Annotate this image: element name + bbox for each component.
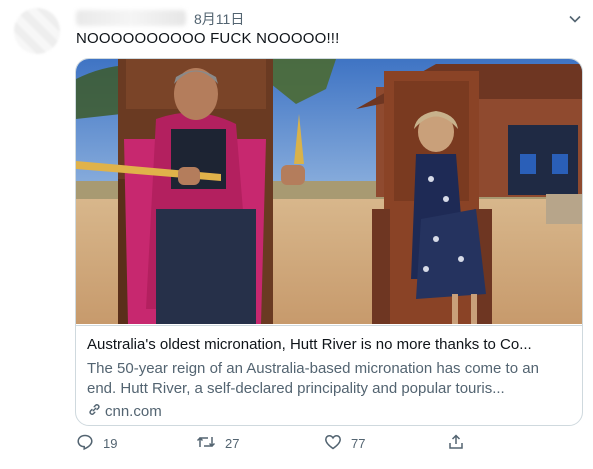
- author-name-redacted: [76, 10, 186, 26]
- reply-button[interactable]: 19: [76, 433, 117, 454]
- retweet-button[interactable]: 27: [196, 433, 239, 454]
- link-icon: [87, 402, 102, 421]
- avatar[interactable]: [14, 8, 60, 54]
- card-body[interactable]: Australia's oldest micronation, Hutt Riv…: [76, 325, 582, 425]
- tweet-timestamp[interactable]: 8月11日: [194, 9, 244, 29]
- chevron-down-icon[interactable]: [566, 10, 584, 28]
- share-button[interactable]: [447, 433, 465, 454]
- retweet-count: 27: [225, 436, 240, 451]
- card-domain[interactable]: cnn.com: [87, 402, 162, 421]
- reply-count: 19: [103, 436, 118, 451]
- like-count: 77: [351, 436, 366, 451]
- share-icon: [447, 433, 465, 454]
- card-title[interactable]: Australia's oldest micronation, Hutt Riv…: [87, 336, 571, 353]
- retweet-icon: [196, 433, 216, 454]
- heart-icon: [324, 433, 342, 454]
- reply-icon: [76, 433, 94, 454]
- like-button[interactable]: 77: [324, 433, 365, 454]
- tweet-text: NOOOOOOOOOO FUCK NOOOOO!!!: [76, 30, 340, 47]
- card-description: The 50-year reign of an Australia-based …: [87, 360, 539, 397]
- card-domain-label: cnn.com: [105, 403, 162, 420]
- link-card[interactable]: Australia's oldest micronation, Hutt Riv…: [75, 58, 583, 426]
- tweet-actions: 19 27 77: [0, 433, 593, 457]
- card-image[interactable]: [76, 59, 582, 324]
